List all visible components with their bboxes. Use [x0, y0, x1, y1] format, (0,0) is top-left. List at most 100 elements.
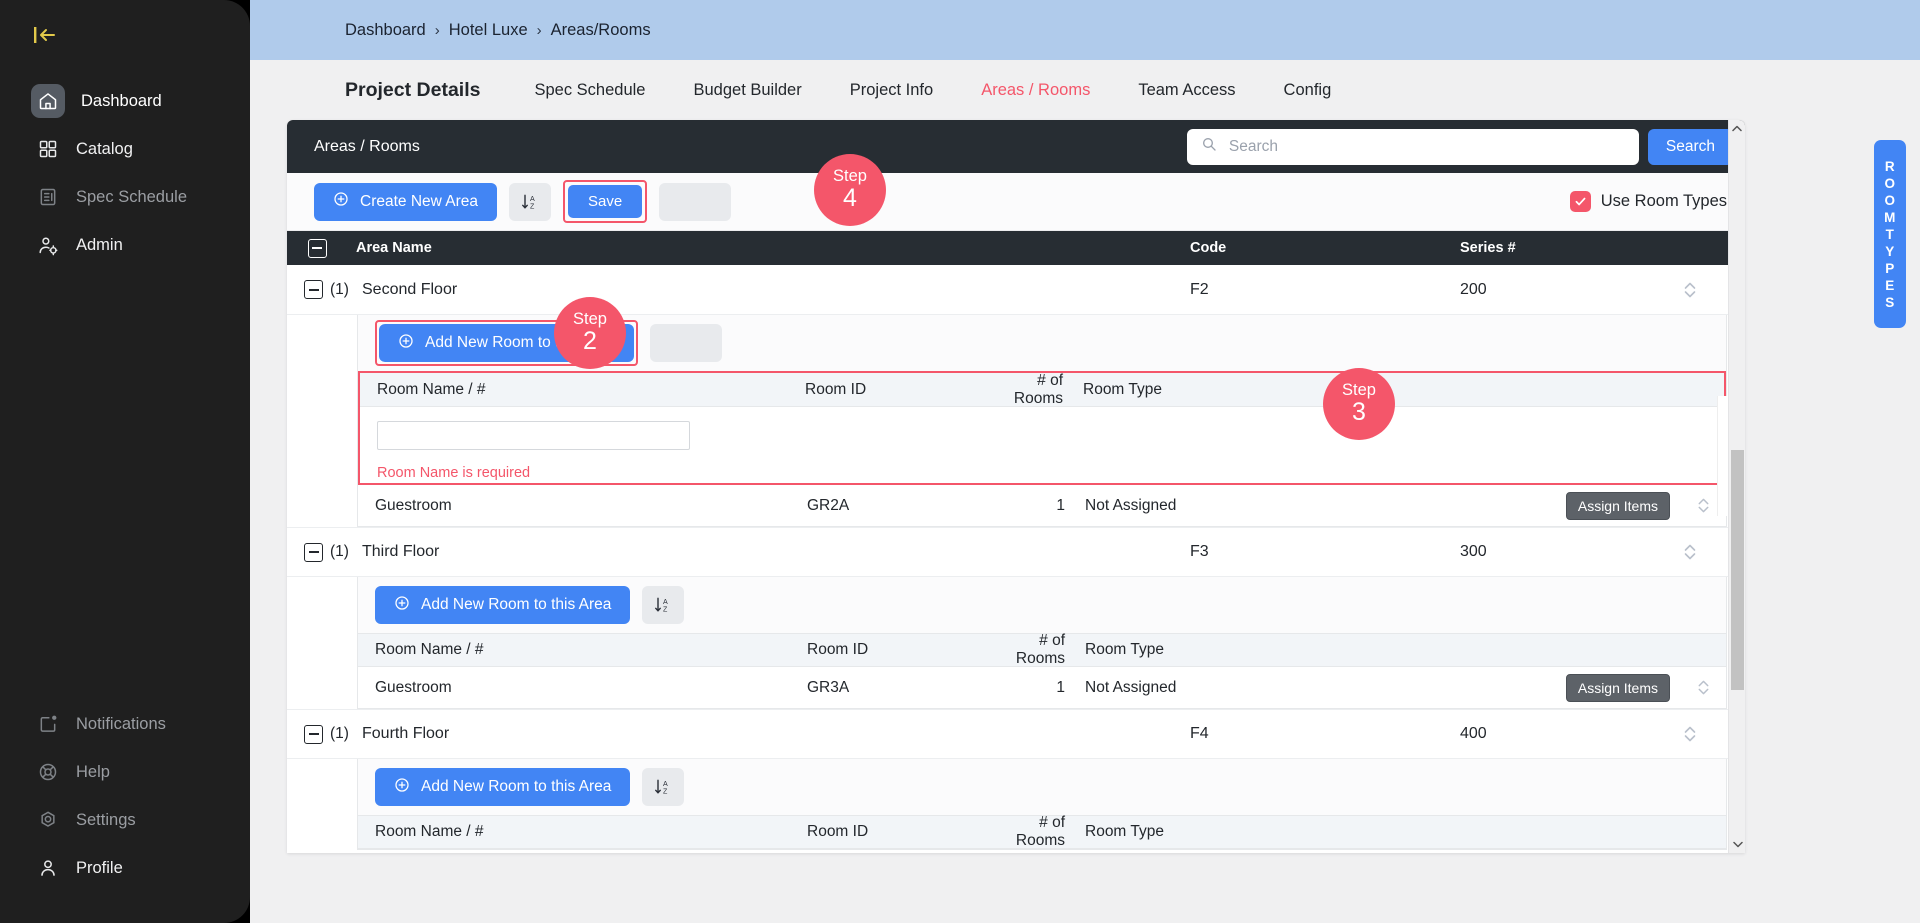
- room-row[interactable]: Guestroom GR2A 1 Not Assigned Assign Ite…: [358, 485, 1726, 526]
- tab-budget-builder[interactable]: Budget Builder: [693, 81, 801, 100]
- plus-circle-icon: [398, 333, 414, 354]
- rooms-sort-button[interactable]: A Z: [642, 586, 685, 624]
- sidebar-item-label: Help: [76, 762, 110, 781]
- sidebar-item-settings[interactable]: Settings: [16, 799, 234, 841]
- add-new-room-button[interactable]: Add New Room to this Area: [379, 324, 635, 362]
- new-room-form-highlight: Room Name / # Room ID # of Rooms Room Ty…: [358, 368, 1726, 485]
- breadcrumb-item-project[interactable]: Hotel Luxe: [449, 21, 528, 40]
- plus-circle-icon: [394, 595, 410, 616]
- checkbox-checked-icon: [1569, 191, 1591, 212]
- rooms-sort-button[interactable]: [650, 324, 723, 362]
- areas-rooms-panel: Areas / Rooms Search Search Create New A…: [287, 120, 1745, 853]
- column-room-id: Room ID: [807, 823, 869, 840]
- tab-project-info[interactable]: Project Info: [850, 81, 933, 100]
- column-code: Code: [1190, 240, 1227, 256]
- breadcrumb-item-dashboard[interactable]: Dashboard: [345, 21, 426, 40]
- rooms-card: Add New Room to this Area A Z Room Name …: [357, 759, 1727, 850]
- area-name: Third Floor: [362, 543, 440, 560]
- search-box[interactable]: [1186, 128, 1639, 165]
- room-id: GR3A: [807, 678, 850, 696]
- assign-items-button[interactable]: Assign Items: [1565, 673, 1670, 702]
- sidebar-item-admin[interactable]: Admin: [16, 224, 234, 266]
- gear-icon: [36, 808, 60, 832]
- save-button[interactable]: Save: [568, 185, 643, 218]
- areas-toolbar: Create New Area A Z Save Use Room Types …: [287, 154, 1745, 231]
- room-name-input[interactable]: [377, 420, 690, 450]
- sidebar-item-catalog[interactable]: Catalog: [16, 128, 234, 170]
- sidebar-item-notifications[interactable]: Notifications: [16, 703, 234, 745]
- room-types-letter: E: [1885, 277, 1895, 293]
- panel-header: Areas / Rooms Search: [287, 120, 1745, 173]
- search-button[interactable]: Search: [1647, 128, 1733, 165]
- step-badge-number: 4: [843, 184, 857, 212]
- add-room-highlight: Add New Room to this Area: [375, 320, 639, 366]
- plus-circle-icon: [333, 191, 349, 212]
- area-code: F4: [1190, 725, 1209, 742]
- panel-scrollbar[interactable]: [1728, 120, 1745, 853]
- tab-config[interactable]: Config: [1284, 81, 1332, 100]
- list-document-icon: [36, 185, 60, 209]
- app-screen: Dashboard Catalog Spec Schedule Admin No…: [0, 0, 1920, 923]
- sidebar-item-label: Settings: [76, 810, 136, 829]
- create-new-area-label: Create New Area: [360, 192, 479, 210]
- room-name: Guestroom: [375, 678, 452, 696]
- area-row[interactable]: (1) Third Floor F3 300: [287, 527, 1745, 577]
- room-count: 1: [1056, 496, 1065, 514]
- panel-scrollbar-thumb[interactable]: [1731, 450, 1744, 690]
- page-title: Project Details: [345, 78, 481, 101]
- collapse-all-toggle[interactable]: [287, 238, 347, 258]
- sidebar-item-help[interactable]: Help: [16, 751, 234, 793]
- area-room-count: (1): [330, 543, 349, 560]
- sidebar-item-dashboard[interactable]: Dashboard: [16, 80, 234, 122]
- add-new-room-label: Add New Room to this Area: [425, 334, 616, 351]
- search-input[interactable]: [1228, 137, 1625, 156]
- inner-scrollbar[interactable]: [1717, 396, 1727, 853]
- panel-title: Areas / Rooms: [314, 137, 420, 155]
- room-types-letter: T: [1885, 226, 1895, 242]
- life-ring-icon: [36, 760, 60, 784]
- room-name: Guestroom: [375, 496, 452, 514]
- create-new-area-button[interactable]: Create New Area: [314, 182, 498, 221]
- column-room-id: Room ID: [805, 380, 867, 398]
- area-code: F3: [1190, 543, 1209, 560]
- scroll-up-arrow-icon[interactable]: [1729, 120, 1745, 137]
- area-row[interactable]: (1) Second Floor F2 200: [287, 265, 1745, 315]
- save-button-highlight: Save: [563, 180, 648, 223]
- room-type: Not Assigned: [1085, 496, 1177, 514]
- user-icon: [36, 856, 60, 880]
- tab-team-access[interactable]: Team Access: [1138, 81, 1235, 100]
- area-expand-toggle[interactable]: [287, 280, 323, 299]
- tab-spec-schedule[interactable]: Spec Schedule: [534, 81, 645, 100]
- scroll-down-arrow-icon[interactable]: [1729, 836, 1745, 853]
- sidebar-item-profile[interactable]: Profile: [16, 847, 234, 889]
- room-types-letter: Y: [1885, 243, 1895, 259]
- chevron-right-icon: ›: [434, 21, 440, 39]
- area-rooms-container: Add New Room to this Area A Z Room Name …: [287, 577, 1745, 709]
- sidebar: Dashboard Catalog Spec Schedule Admin No…: [0, 0, 250, 923]
- room-actions: Assign Items: [1505, 673, 1680, 702]
- room-row[interactable]: Guestroom GR3A 1 Not Assigned Assign Ite…: [358, 667, 1726, 708]
- rooms-sort-button[interactable]: A Z: [642, 768, 685, 806]
- room-id: GR2A: [807, 496, 850, 514]
- area-row[interactable]: (1) Fourth Floor F4 400: [287, 709, 1745, 759]
- room-types-letter: P: [1885, 260, 1895, 276]
- add-new-room-button[interactable]: Add New Room to this Area: [375, 586, 631, 624]
- tab-areas-rooms[interactable]: Areas / Rooms: [981, 81, 1090, 100]
- sidebar-item-spec-schedule[interactable]: Spec Schedule: [16, 176, 234, 218]
- svg-text:Z: Z: [530, 202, 535, 210]
- sort-areas-button[interactable]: A Z: [509, 182, 552, 221]
- rooms-card: Add New Room to this Area Step 2 Room Na…: [357, 297, 1727, 527]
- area-expand-toggle[interactable]: [287, 542, 323, 562]
- sidebar-nav-secondary: Notifications Help Settings Profile: [0, 697, 250, 895]
- assign-items-button[interactable]: Assign Items: [1565, 491, 1670, 520]
- use-room-types-checkbox[interactable]: Use Room Types: [1569, 191, 1727, 212]
- room-types-letter: O: [1884, 192, 1896, 208]
- rooms-table-header: Room Name / # Room ID # of Rooms Room Ty…: [360, 372, 1724, 407]
- collapse-panel-icon[interactable]: [28, 18, 62, 52]
- inner-scrollbar-thumb[interactable]: [1717, 396, 1727, 516]
- toolbar-extra-button[interactable]: [659, 182, 732, 221]
- room-types-side-tab[interactable]: R O O M T Y P E S: [1874, 140, 1906, 328]
- area-expand-toggle[interactable]: [287, 724, 323, 744]
- room-types-letter: S: [1885, 294, 1895, 310]
- add-new-room-button[interactable]: Add New Room to this Area: [375, 768, 631, 806]
